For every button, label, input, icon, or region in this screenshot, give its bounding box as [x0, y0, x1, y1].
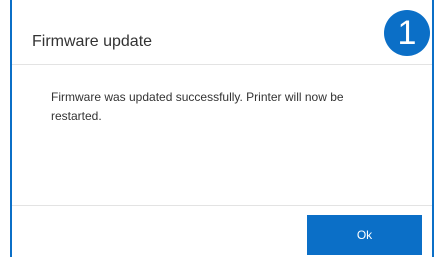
dialog-footer: Ok — [12, 205, 432, 258]
ok-button[interactable]: Ok — [307, 215, 422, 255]
dialog-right-border — [432, 0, 434, 257]
firmware-update-dialog: Firmware update 1 Firmware was updated s… — [0, 0, 436, 258]
dialog-message: Firmware was updated successfully. Print… — [51, 90, 344, 123]
dialog-header: Firmware update — [12, 0, 432, 65]
step-number-badge: 1 — [384, 10, 430, 56]
dialog-title: Firmware update — [32, 33, 153, 50]
dialog-body: Firmware was updated successfully. Print… — [12, 65, 432, 205]
